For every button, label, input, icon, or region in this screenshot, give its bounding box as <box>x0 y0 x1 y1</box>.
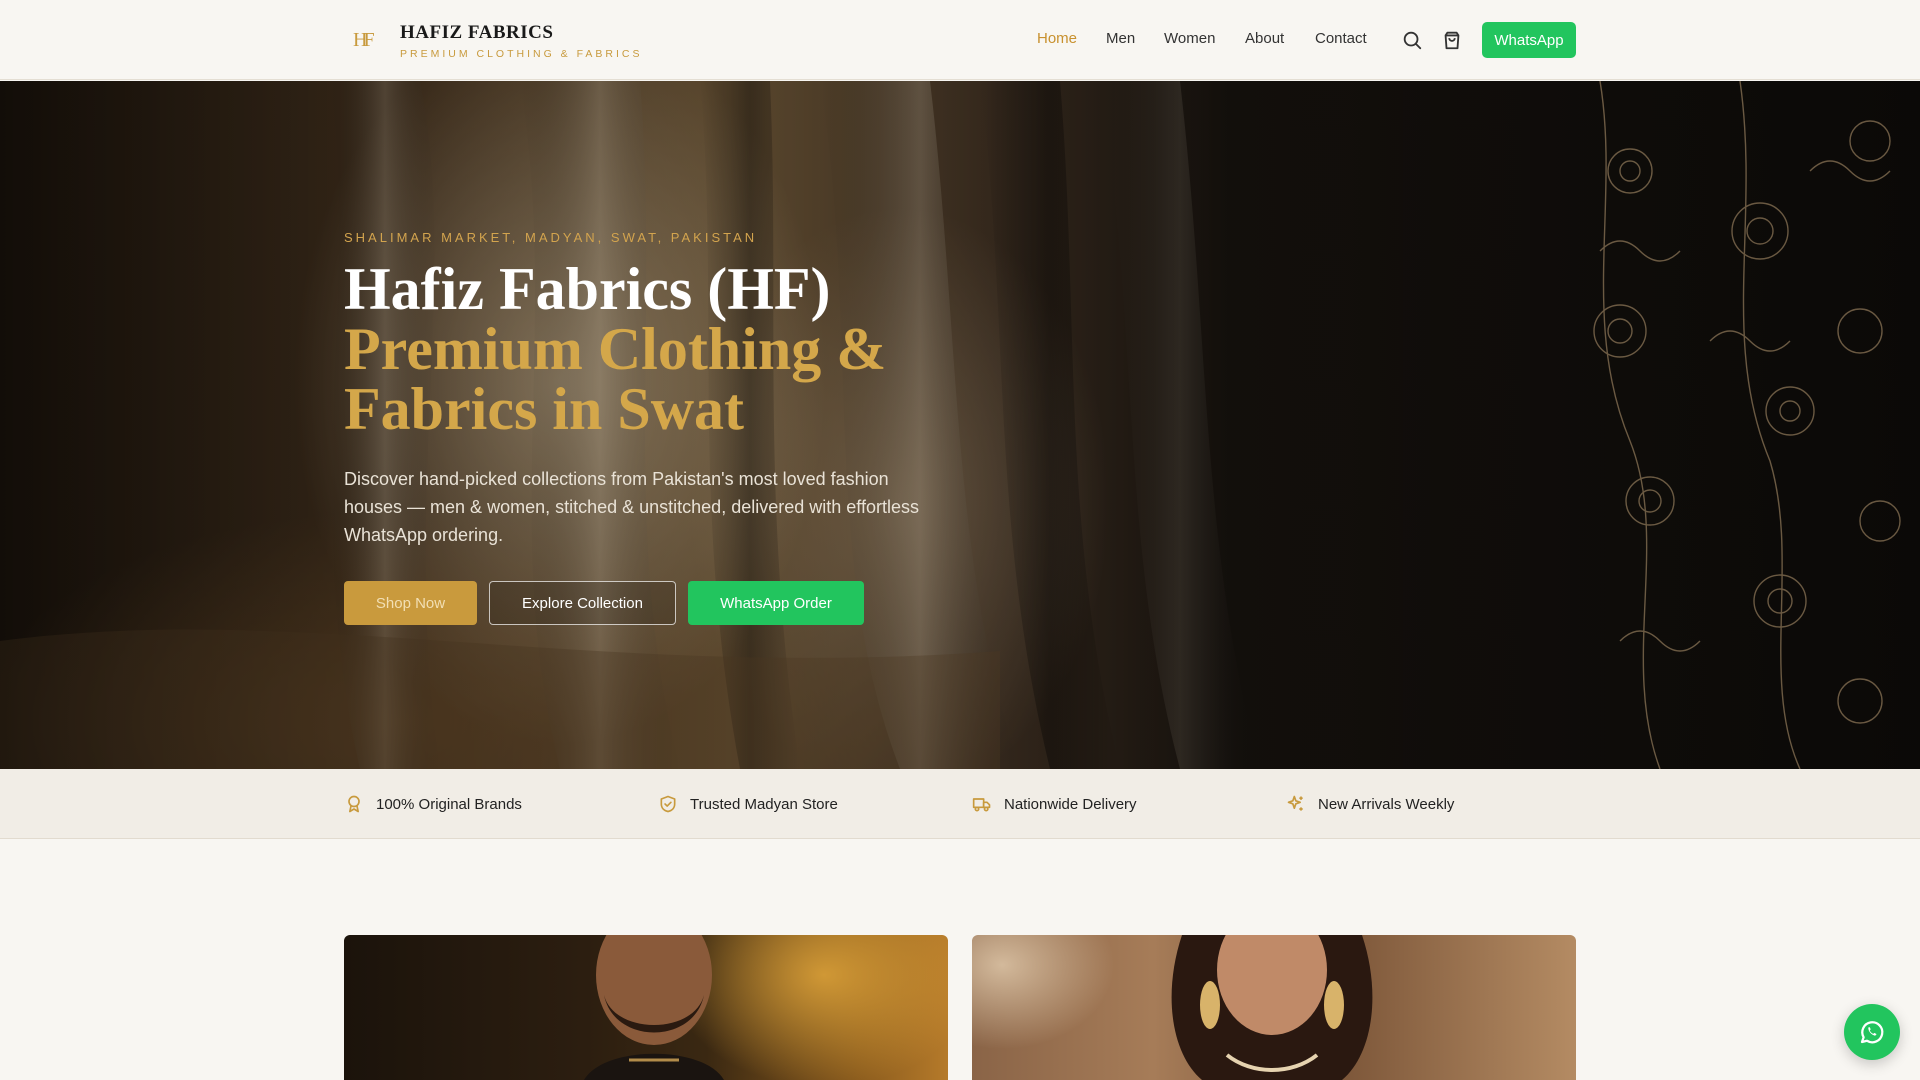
hero-location: SHALIMAR MARKET, MADYAN, SWAT, PAKISTAN <box>344 230 758 245</box>
nav-contact[interactable]: Contact <box>1315 30 1367 47</box>
feature-label: Nationwide Delivery <box>1004 795 1137 813</box>
award-icon <box>348 795 360 813</box>
hero-section: SHALIMAR MARKET, MADYAN, SWAT, PAKISTAN … <box>0 81 1920 769</box>
feature-new-arrivals: New Arrivals Weekly <box>1286 793 1454 815</box>
feature-label: Trusted Madyan Store <box>690 795 838 813</box>
nav-men[interactable]: Men <box>1106 30 1135 47</box>
feature-trusted-store: Trusted Madyan Store <box>658 793 838 815</box>
whatsapp-icon <box>1860 1021 1884 1044</box>
nav-home[interactable]: Home <box>1037 30 1077 47</box>
women-category-card[interactable] <box>972 935 1576 1080</box>
brand-tagline: PREMIUM CLOTHING & FABRICS <box>400 48 643 60</box>
sparkles-icon <box>1287 795 1303 811</box>
explore-collection-button[interactable]: Explore Collection <box>489 581 676 625</box>
brand-logo-icon[interactable]: HF <box>352 24 378 54</box>
men-category-card[interactable] <box>344 935 948 1080</box>
feature-original-brands: 100% Original Brands <box>344 793 522 815</box>
hero-subtitle-line2: Fabrics in Swat <box>344 376 745 442</box>
feature-label: 100% Original Brands <box>376 795 522 813</box>
feature-delivery: Nationwide Delivery <box>972 793 1137 815</box>
floating-whatsapp-button[interactable] <box>1844 1004 1900 1060</box>
shopping-bag-icon[interactable] <box>1441 29 1463 51</box>
hero-description: Discover hand-picked collections from Pa… <box>344 469 919 545</box>
whatsapp-order-button[interactable]: WhatsApp Order <box>688 581 864 625</box>
shop-now-button[interactable]: Shop Now <box>344 581 477 625</box>
men-model-image <box>584 935 724 1080</box>
embroidery-pattern <box>1593 81 1901 769</box>
header-whatsapp-button[interactable]: WhatsApp <box>1482 22 1576 58</box>
feature-label: New Arrivals Weekly <box>1318 795 1455 813</box>
features-strip: 100% Original Brands Trusted Madyan Stor… <box>0 769 1920 839</box>
nav-women[interactable]: Women <box>1164 30 1215 47</box>
women-model-image <box>1171 935 1373 1080</box>
brand-name[interactable]: HAFIZ FABRICS <box>400 22 553 44</box>
site-header: HF HAFIZ FABRICS PREMIUM CLOTHING & FABR… <box>0 0 1920 80</box>
search-icon[interactable] <box>1401 29 1423 51</box>
hero-title: Hafiz Fabrics (HF) <box>344 256 831 322</box>
hero-subtitle-line1: Premium Clothing & <box>344 316 887 382</box>
shield-check-icon <box>660 795 676 813</box>
svg-text:HF: HF <box>353 29 374 51</box>
truck-icon <box>972 798 991 812</box>
nav-about[interactable]: About <box>1245 30 1284 47</box>
